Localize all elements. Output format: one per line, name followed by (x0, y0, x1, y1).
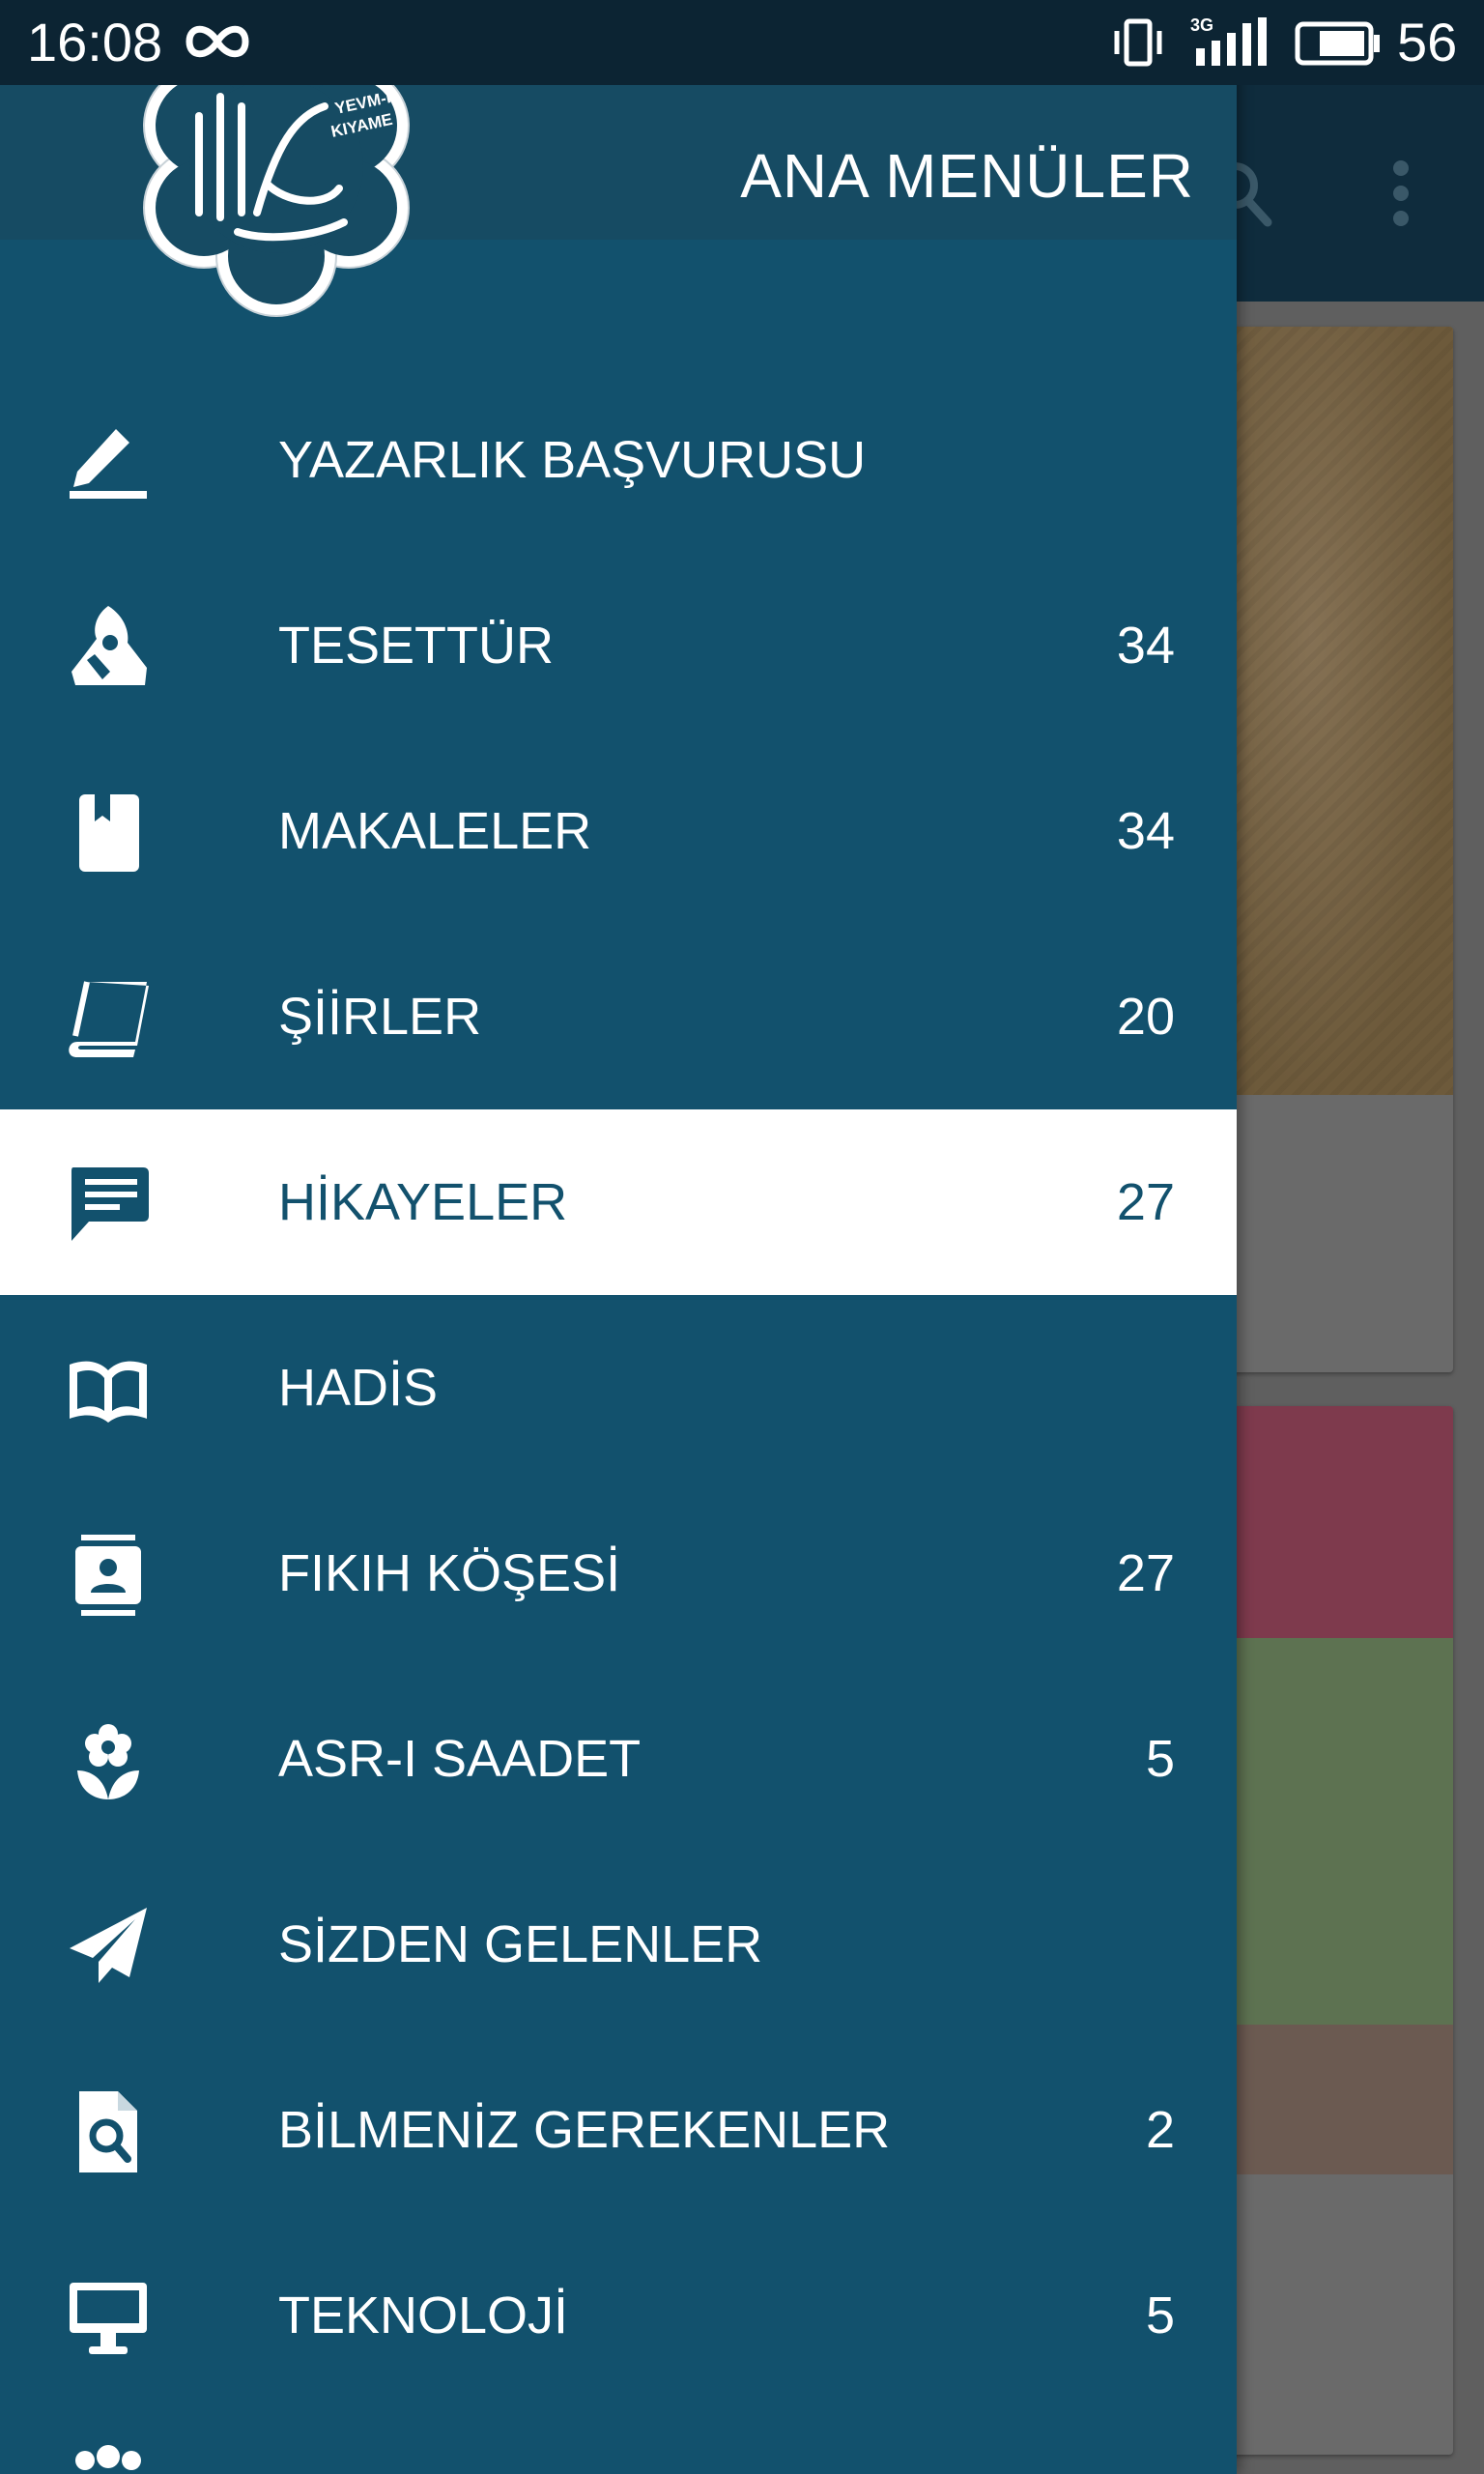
drawer-menu: YAZARLIK BAŞVURUSU TESETTÜR 34 MAKALELER… (0, 367, 1237, 2474)
background-article-card[interactable] (1217, 1406, 1453, 2455)
monitor-icon (66, 2277, 151, 2358)
navigation-drawer: ANA MENÜLER YEVM-İL KIYAME YAZARLIK BAŞV… (0, 0, 1237, 2474)
menu-item-fikih-kosesi[interactable]: FIKIH KÖŞESİ 27 (0, 1481, 1237, 1666)
menu-item-label: HİKAYELER (278, 1173, 568, 1231)
menu-item-count: 5 (1145, 1730, 1175, 1788)
menu-item-label: BİLMENİZ GEREKENLER (278, 2101, 891, 2159)
menu-item-siirler[interactable]: ŞİİRLER 20 (0, 924, 1237, 1109)
menu-item-count: 20 (1116, 988, 1175, 1046)
group-icon (66, 2445, 151, 2474)
battery-icon (1295, 21, 1380, 66)
send-icon (66, 1906, 151, 1987)
vibrate-icon (1114, 18, 1162, 67)
menu-item-label: YAZARLIK BAŞVURUSU (278, 431, 867, 489)
open-book-icon (66, 1349, 151, 1430)
menu-item-bilmeniz-gerekenler[interactable]: BİLMENİZ GEREKENLER 2 (0, 2037, 1237, 2223)
more-options-icon[interactable] (1372, 155, 1430, 232)
battery-percent: 56 (1397, 12, 1458, 72)
veiled-woman-icon (66, 606, 151, 688)
menu-item-label: ASR-I SAADET (278, 1730, 642, 1788)
menu-item-makaleler[interactable]: MAKALELER 34 (0, 738, 1237, 924)
menu-item-partial[interactable] (0, 2408, 1237, 2474)
menu-item-hikayeler[interactable]: HİKAYELER 27 (0, 1109, 1237, 1295)
menu-item-label: SİZDEN GELENLER (278, 1915, 763, 1973)
menu-item-count: 27 (1116, 1544, 1175, 1602)
menu-item-sizden-gelenler[interactable]: SİZDEN GELENLER (0, 1852, 1237, 2037)
menu-item-hadis[interactable]: HADİS (0, 1295, 1237, 1481)
flower-icon (66, 1720, 151, 1801)
book-icon (66, 978, 151, 1059)
menu-item-tesettur[interactable]: TESETTÜR 34 (0, 553, 1237, 738)
article-thumbnail (1217, 327, 1453, 1095)
menu-item-label: HADİS (278, 1359, 439, 1417)
menu-item-label: TESETTÜR (278, 617, 555, 675)
contact-card-icon (66, 1535, 151, 1616)
menu-item-label: ŞİİRLER (278, 988, 482, 1046)
signal-icon: 3G (1190, 15, 1268, 70)
status-bar: 16:08 3G 56 (0, 0, 1484, 85)
file-search-icon (66, 2091, 151, 2172)
background-article-card[interactable] (1217, 327, 1453, 1372)
infinity-icon (186, 25, 249, 58)
status-time: 16:08 (27, 12, 163, 72)
menu-item-label: FIKIH KÖŞESİ (278, 1544, 621, 1602)
menu-item-count: 34 (1116, 617, 1175, 675)
pencil-icon (66, 421, 151, 503)
menu-item-count: 5 (1145, 2287, 1175, 2345)
bookmark-book-icon (66, 792, 151, 874)
article-thumbnail (1217, 1406, 1453, 1638)
chat-text-icon (66, 1164, 151, 1245)
article-thumbnail (1217, 1638, 1453, 2025)
article-thumbnail (1217, 2025, 1453, 2174)
menu-item-count: 2 (1145, 2101, 1175, 2159)
menu-item-label: MAKALELER (278, 802, 592, 860)
drawer-title: ANA MENÜLER (740, 141, 1194, 211)
menu-item-count: 27 (1116, 1173, 1175, 1231)
menu-item-label: TEKNOLOJİ (278, 2287, 569, 2345)
menu-item-teknoloji[interactable]: TEKNOLOJİ 5 (0, 2223, 1237, 2408)
menu-item-asr-i-saadet[interactable]: ASR-I SAADET 5 (0, 1666, 1237, 1852)
menu-item-yazarlik-basvurusu[interactable]: YAZARLIK BAŞVURUSU (0, 367, 1237, 553)
menu-item-count: 34 (1116, 802, 1175, 860)
